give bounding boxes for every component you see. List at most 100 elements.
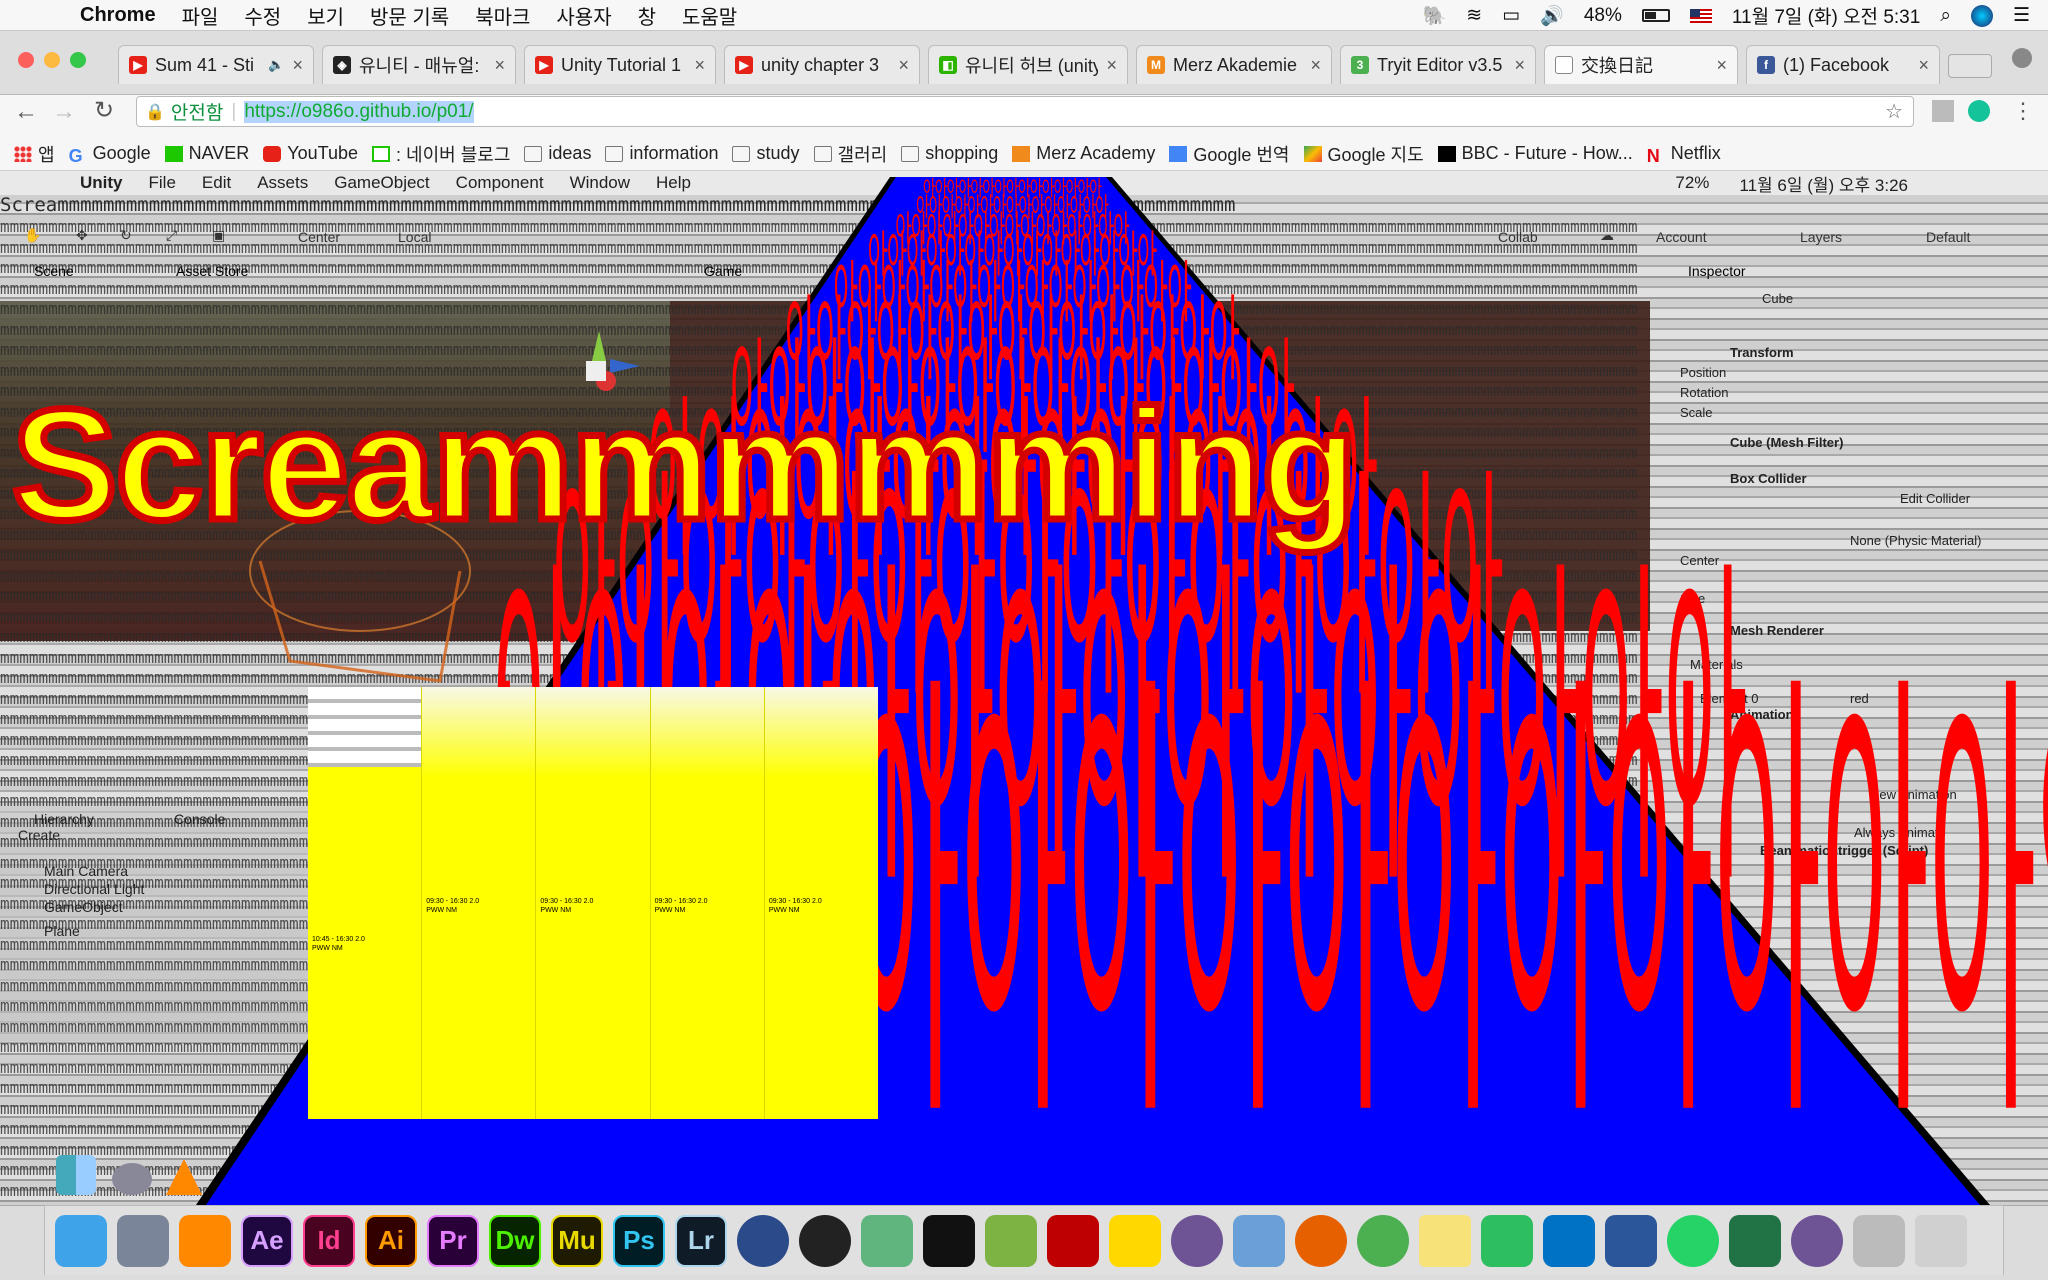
close-tab-icon[interactable]: × [694, 55, 705, 76]
zoom-window-button[interactable] [70, 52, 86, 68]
menu-dots-icon[interactable]: ⋮ [2012, 98, 2034, 124]
menu-bookmarks[interactable]: 북마크 [475, 1, 530, 30]
tab-unity-tutorial[interactable]: ▶ Unity Tutorial 1 × [524, 45, 716, 84]
tab-sum41[interactable]: ▶ Sum 41 - Sti 🔈 × [118, 45, 314, 84]
volume-icon[interactable]: 🔊 [1540, 4, 1564, 28]
bookmark-apps[interactable]: 앱 [14, 141, 55, 167]
bookmark-google-translate[interactable]: Google 번역 [1169, 141, 1290, 167]
menu-history[interactable]: 방문 기록 [370, 1, 449, 30]
github-desktop-icon[interactable] [1791, 1214, 1843, 1267]
siri-icon[interactable] [1970, 4, 1993, 27]
bookmark-merz-academy[interactable]: Merz Academy [1012, 143, 1155, 164]
minimize-window-button[interactable] [44, 52, 60, 68]
launchpad-icon[interactable] [117, 1214, 169, 1267]
url-text[interactable]: https://o986o.github.io/p01/ [244, 100, 474, 123]
app-menu-chrome[interactable]: Chrome [80, 4, 156, 27]
bookmark-naver[interactable]: NAVER [164, 143, 249, 164]
firefox-icon[interactable] [1295, 1214, 1347, 1267]
grammarly-icon[interactable] [1968, 100, 1990, 122]
bookmark-ideas[interactable]: ideas [524, 143, 591, 164]
tab-exchange-diary[interactable]: 交換日記 × [1544, 45, 1738, 84]
evernote-icon[interactable] [1481, 1214, 1533, 1267]
word-icon[interactable] [1605, 1214, 1657, 1267]
battery-percent[interactable]: 48% [1584, 5, 1622, 27]
bookmark-naver-blog[interactable]: : 네이버 블로그 [372, 141, 510, 167]
menu-people[interactable]: 사용자 [556, 1, 611, 30]
tab-unity-manual[interactable]: ◈ 유니티 - 매뉴얼: × [322, 45, 516, 84]
close-tab-icon[interactable]: × [1918, 55, 1929, 76]
bookmark-label: 갤러리 [837, 144, 888, 165]
chrome-icon[interactable] [1357, 1214, 1409, 1267]
menu-file[interactable]: 파일 [182, 1, 219, 30]
app-ps-icon[interactable]: Ps [613, 1214, 665, 1267]
app-ae-icon[interactable]: Ae [241, 1214, 293, 1267]
app-pr-icon[interactable]: Pr [427, 1214, 479, 1267]
bookmark-netflix[interactable]: N Netflix [1647, 143, 1721, 166]
close-tab-icon[interactable]: × [898, 55, 909, 76]
bookmark-google-maps[interactable]: Google 지도 [1303, 141, 1424, 167]
spotlight-icon[interactable]: ⌕ [1940, 5, 1951, 27]
bookmark-information[interactable]: information [605, 143, 718, 164]
close-tab-icon[interactable]: × [292, 55, 303, 76]
notification-icon[interactable]: ☰ [2013, 4, 2030, 27]
airplay-icon[interactable]: ▭ [1502, 4, 1520, 27]
atom-icon[interactable] [861, 1214, 913, 1267]
flag-icon[interactable] [1689, 8, 1712, 23]
finder-icon[interactable] [55, 1214, 107, 1267]
filezilla-icon[interactable] [1047, 1214, 1099, 1267]
cinema4d-icon[interactable] [737, 1214, 789, 1267]
profile-icon[interactable] [2012, 48, 2032, 68]
evernote-tray-icon[interactable]: 🐘 [1423, 4, 1447, 28]
speaker-icon[interactable]: 🔈 [268, 57, 284, 73]
android-studio-icon[interactable] [985, 1214, 1037, 1267]
wifi-icon[interactable]: ≋ [1466, 4, 1482, 27]
tab-title: unity chapter 3 [761, 54, 880, 75]
cyberduck-icon[interactable] [1109, 1214, 1161, 1267]
close-tab-icon[interactable]: × [1310, 55, 1321, 76]
tab-tryit-editor[interactable]: 3 Tryit Editor v3.5 × [1340, 45, 1536, 84]
app-mu-icon[interactable]: Mu [551, 1214, 603, 1267]
tab-facebook[interactable]: f (1) Facebook × [1746, 45, 1940, 84]
back-icon[interactable]: ← [14, 98, 38, 126]
menu-help[interactable]: 도움말 [682, 1, 737, 30]
extension-icon[interactable] [1932, 100, 1954, 122]
close-tab-icon[interactable]: × [1106, 55, 1117, 76]
tab-merz-akademie[interactable]: M Merz Akademie × [1136, 45, 1332, 84]
close-window-button[interactable] [18, 52, 34, 68]
close-tab-icon[interactable]: × [1514, 55, 1525, 76]
vlc-icon[interactable] [179, 1214, 231, 1267]
blender-icon[interactable] [799, 1214, 851, 1267]
clock[interactable]: 11월 7일 (화) 오전 5:31 [1732, 2, 1920, 29]
excel-icon[interactable] [1729, 1214, 1781, 1267]
omnibox[interactable]: 🔒 안전함 | https://o986o.github.io/p01/ ☆ [136, 96, 1914, 127]
bookmark-gallery[interactable]: 갤러리 [813, 141, 888, 167]
trash-icon[interactable] [1915, 1214, 1967, 1267]
bookmark-google[interactable]: G Google [69, 143, 151, 166]
tab-unity-chapter[interactable]: ▶ unity chapter 3 × [724, 45, 920, 84]
new-tab-button[interactable] [1948, 54, 1992, 78]
forward-icon[interactable]: → [52, 98, 76, 126]
github-icon[interactable] [1171, 1214, 1223, 1267]
bookmark-bbc[interactable]: BBC - Future - How... [1437, 143, 1633, 164]
screenshot-icon[interactable] [1853, 1214, 1905, 1267]
close-tab-icon[interactable]: × [1716, 55, 1727, 76]
menu-edit[interactable]: 수정 [244, 1, 281, 30]
preview-icon[interactable] [1233, 1214, 1285, 1267]
app-dw-icon[interactable]: Dw [489, 1214, 541, 1267]
menu-window[interactable]: 창 [638, 1, 656, 30]
tab-unity-hub[interactable]: ◧ 유니티 허브 (unity × [928, 45, 1128, 84]
unity-icon[interactable] [923, 1214, 975, 1267]
whatsapp-icon[interactable] [1667, 1214, 1719, 1267]
bookmark-shopping[interactable]: shopping [901, 143, 998, 164]
menu-view[interactable]: 보기 [307, 1, 344, 30]
app-id-icon[interactable]: Id [303, 1214, 355, 1267]
app-ai-icon[interactable]: Ai [365, 1214, 417, 1267]
star-icon[interactable]: ☆ [1885, 99, 1903, 124]
bookmark-youtube[interactable]: YouTube [263, 143, 358, 164]
notes-icon[interactable] [1419, 1214, 1471, 1267]
reload-icon[interactable]: ↻ [94, 96, 114, 125]
close-tab-icon[interactable]: × [494, 55, 505, 76]
app-lr-icon[interactable]: Lr [675, 1214, 727, 1267]
outlook-icon[interactable] [1543, 1214, 1595, 1267]
bookmark-study[interactable]: study [732, 143, 800, 164]
